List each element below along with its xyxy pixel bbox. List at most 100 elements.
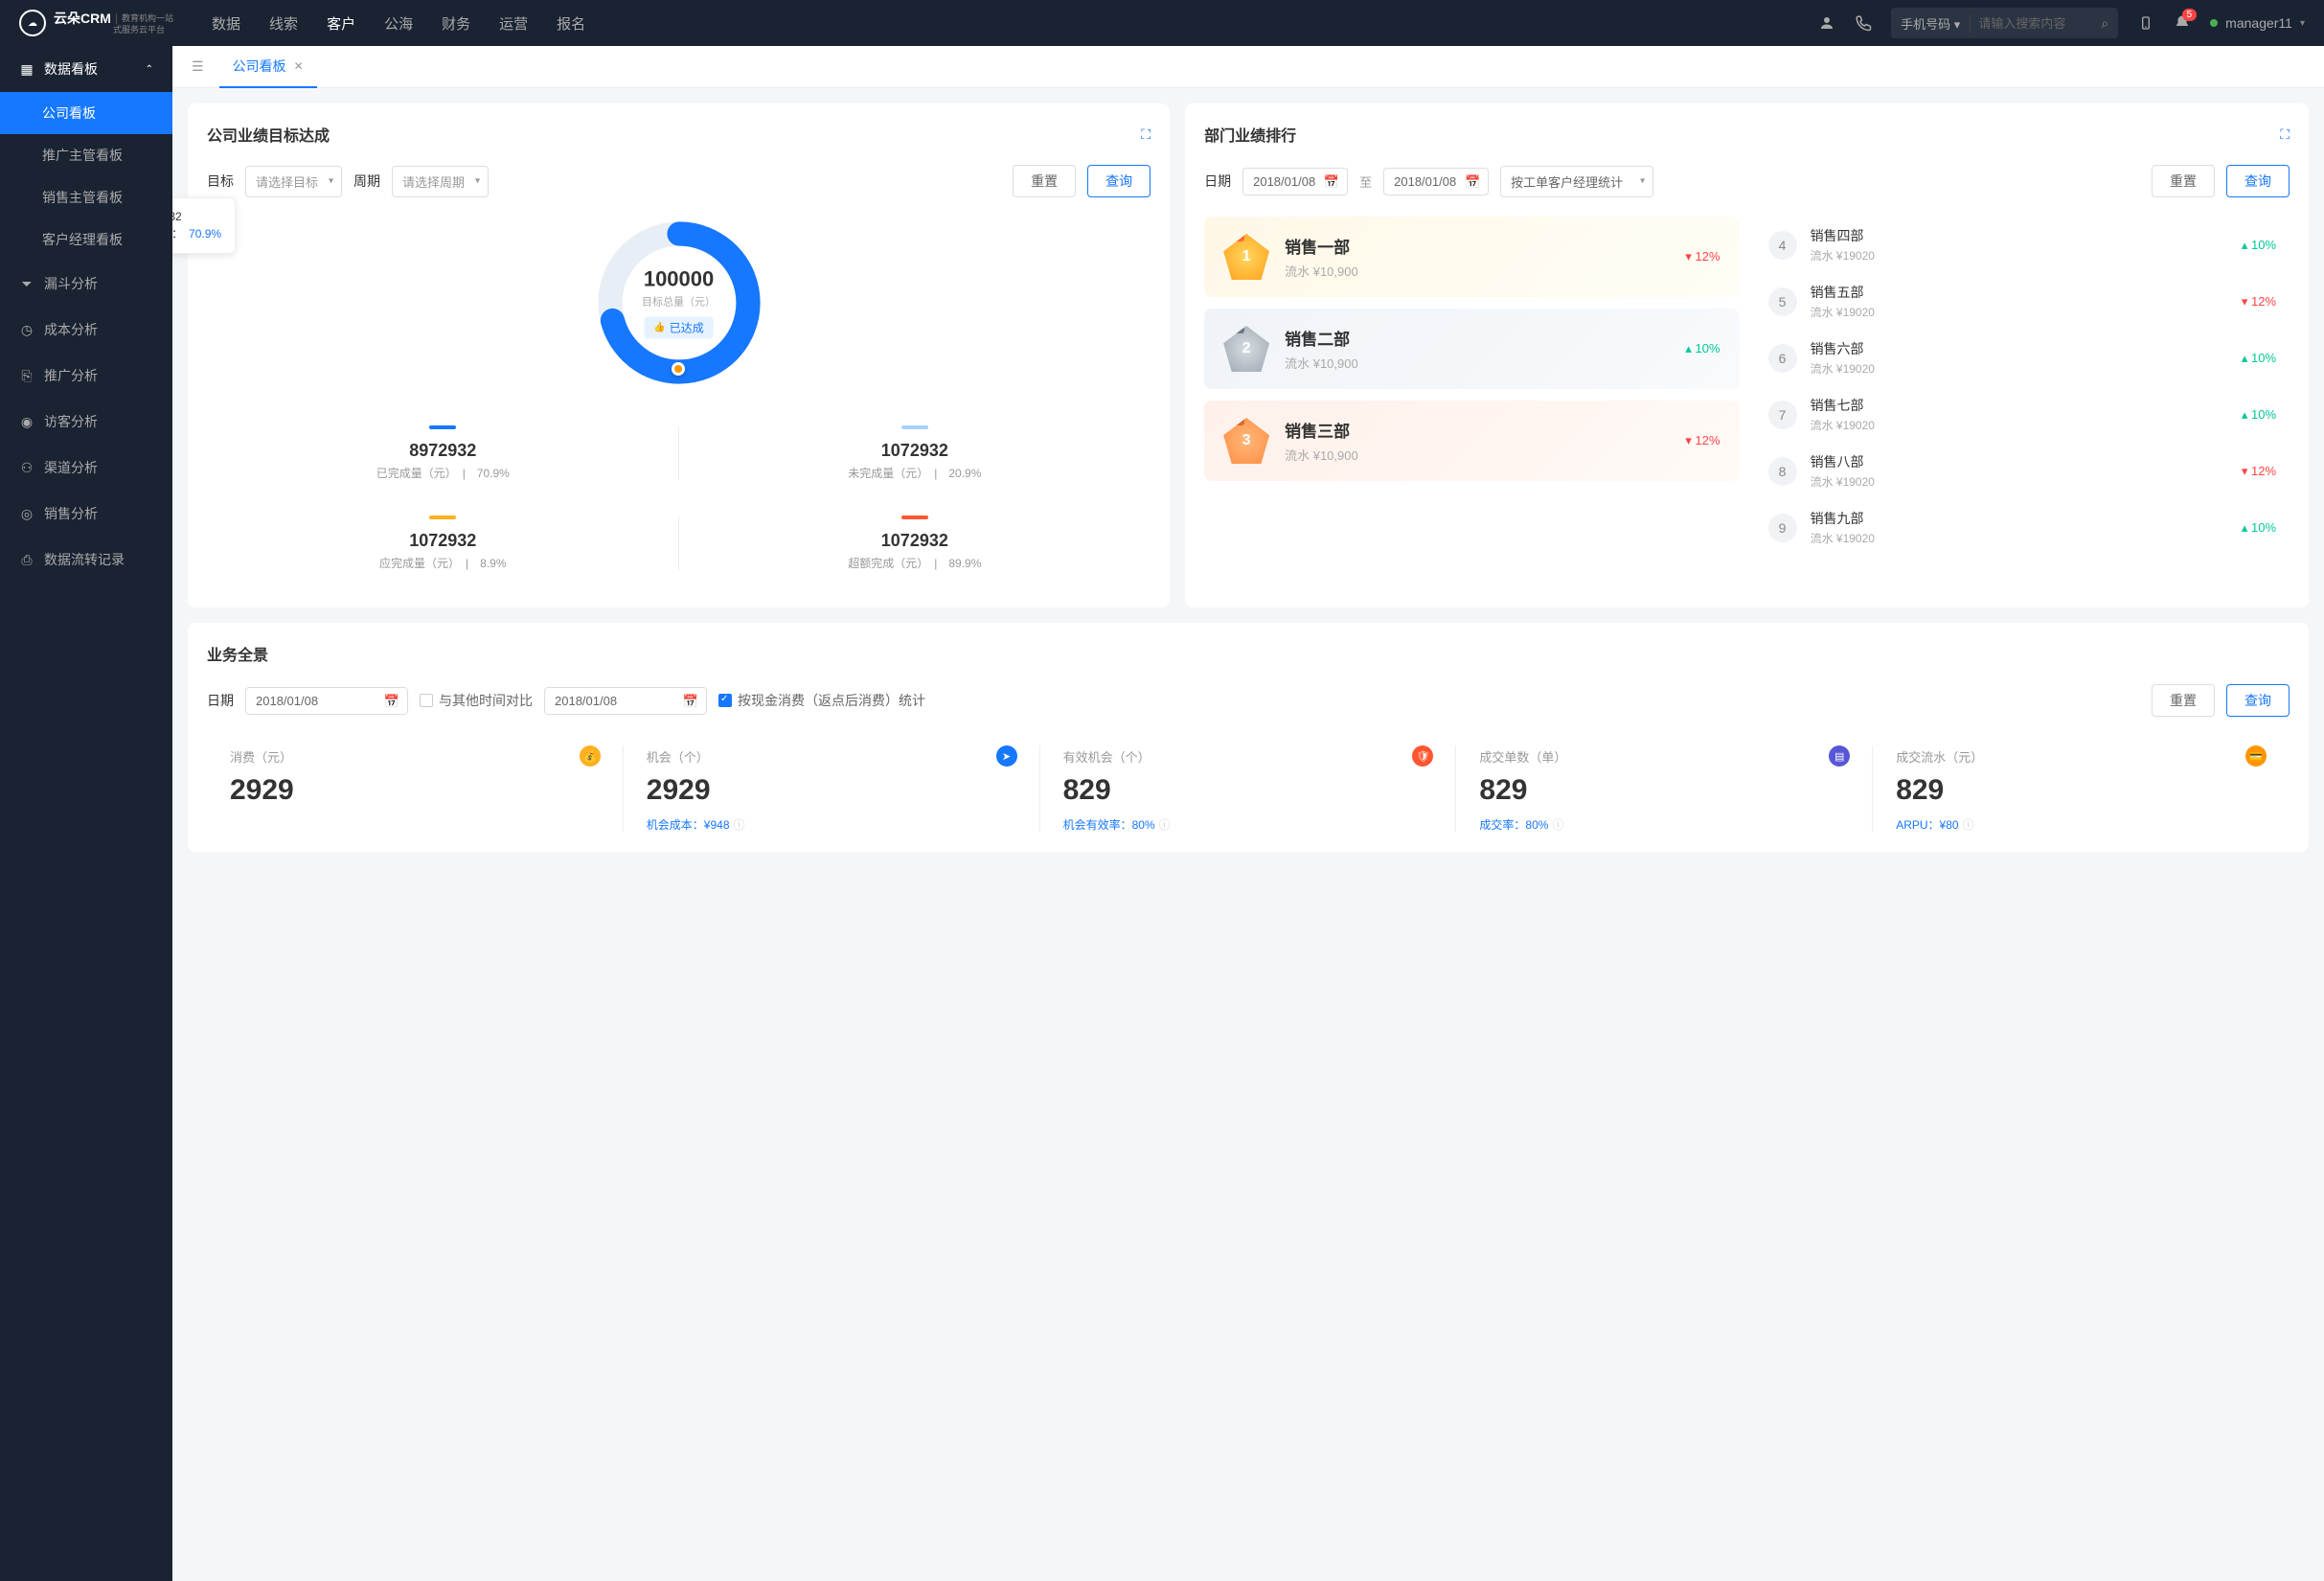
goal-card: 公司业绩目标达成 ⛶ 目标 请选择目标 周期 请选择周期 重置 查询 xyxy=(188,103,1170,607)
date-to-input[interactable]: 2018/01/08 📅 xyxy=(1383,168,1489,195)
overview-stat-2: 有效机会（个）🛡829机会有效率：80% ⓘ xyxy=(1040,745,1457,833)
reset-button[interactable]: 重置 xyxy=(2152,165,2215,197)
tab-company-dashboard[interactable]: 公司看板 ✕ xyxy=(219,46,317,88)
overview-stat-3: 成交单数（单）▤829成交率：80% ⓘ xyxy=(1456,745,1873,833)
compare-checkbox[interactable]: 与其他时间对比 xyxy=(420,691,533,710)
overview-card: 业务全景 日期 2018/01/08📅 与其他时间对比 2018/01/08📅 … xyxy=(188,623,2309,852)
goal-title: 公司业绩目标达成 xyxy=(207,123,330,146)
query-button[interactable]: 查询 xyxy=(1087,165,1151,197)
topnav-item-2[interactable]: 客户 xyxy=(327,13,355,34)
tabs-bar: ☰ 公司看板 ✕ xyxy=(172,46,2324,88)
search-input[interactable] xyxy=(1978,16,2093,31)
sidebar-item-6[interactable]: ⎙数据流转记录 xyxy=(0,537,172,583)
sidebar-sub-0[interactable]: 公司看板 xyxy=(0,92,172,134)
sidebar-item-5[interactable]: ◎销售分析 xyxy=(0,491,172,537)
overview-date2-input[interactable]: 2018/01/08📅 xyxy=(544,687,707,715)
person-icon[interactable] xyxy=(1818,14,1835,32)
chevron-down-icon: ▾ xyxy=(2300,18,2305,29)
search-icon[interactable]: ⌕ xyxy=(2101,15,2108,32)
query-button[interactable]: 查询 xyxy=(2226,684,2290,717)
cash-checkbox[interactable]: 按现金消费（返点后消费）统计 xyxy=(718,691,925,710)
rank-row-9: 9销售九部流水 ¥19020▴ 10% xyxy=(1755,499,2290,556)
topnav-item-5[interactable]: 运营 xyxy=(499,13,528,34)
sidebar-item-3[interactable]: ◉访客分析 xyxy=(0,399,172,445)
reset-button[interactable]: 重置 xyxy=(1013,165,1076,197)
stat-icon: 💳 xyxy=(2245,745,2267,767)
help-icon[interactable]: ⓘ xyxy=(734,816,745,833)
stat-icon: ▤ xyxy=(1829,745,1850,767)
sidebar-item-4[interactable]: ⚇渠道分析 xyxy=(0,445,172,491)
overview-stat-1: 机会（个）➤2929机会成本：¥948 ⓘ xyxy=(624,745,1040,833)
help-icon[interactable]: ⓘ xyxy=(1159,816,1171,833)
top-navigation: ☁ 云朵CRM|教育机构一站 式服务云平台 数据 线索 客户 公海 财务 运营 报名 手机号… xyxy=(0,0,2324,46)
topnav-item-1[interactable]: 线索 xyxy=(269,13,298,34)
rank-card: 部门业绩排行 ⛶ 日期 2018/01/08 📅 至 2018/01/08 📅 … xyxy=(1185,103,2309,607)
search-type-select[interactable]: 手机号码 ▾ xyxy=(1901,14,1971,33)
sidebar-item-1[interactable]: ◷成本分析 xyxy=(0,307,172,353)
sidebar-icon: ⚇ xyxy=(19,460,34,475)
sidebar-sub-1[interactable]: 推广主管看板 xyxy=(0,134,172,176)
goal-metric-1: 1072932未完成量（元） | 20.9% xyxy=(679,408,1151,498)
rank-row-8: 8销售八部流水 ¥19020▾ 12% xyxy=(1755,443,2290,499)
rank-top-2: 2销售二部流水 ¥10,900▴ 10% xyxy=(1204,309,1739,389)
period-select[interactable]: 请选择周期 xyxy=(392,166,489,197)
rank-row-5: 5销售五部流水 ¥19020▾ 12% xyxy=(1755,273,2290,330)
expand-icon[interactable]: ⛶ xyxy=(2280,126,2290,143)
expand-icon[interactable]: ⛶ xyxy=(1141,126,1151,143)
rank-row-7: 7销售七部流水 ¥19020▴ 10% xyxy=(1755,386,2290,443)
help-icon[interactable]: ⓘ xyxy=(1552,816,1563,833)
overview-title: 业务全景 xyxy=(207,642,268,665)
stat-icon: 🛡 xyxy=(1412,745,1433,767)
goal-metric-3: 1072932超额完成（元） | 89.9% xyxy=(679,498,1151,588)
tabs-menu-icon[interactable]: ☰ xyxy=(184,58,212,75)
gauge-chart: 100000 目标总量（元） 👍已达成 xyxy=(593,217,765,389)
user-menu[interactable]: manager11 ▾ xyxy=(2210,15,2305,31)
calendar-icon: 📅 xyxy=(1324,174,1339,190)
rank-top-3: 3销售三部流水 ¥10,900▾ 12% xyxy=(1204,401,1739,481)
calendar-icon: 📅 xyxy=(1465,174,1480,190)
topnav-item-0[interactable]: 数据 xyxy=(212,13,240,34)
brand-name: 云朵CRM xyxy=(54,11,111,27)
query-button[interactable]: 查询 xyxy=(2226,165,2290,197)
search-box: 手机号码 ▾ ⌕ xyxy=(1891,8,2118,38)
medal-icon: 1 xyxy=(1223,234,1269,280)
topnav-item-3[interactable]: 公海 xyxy=(384,13,413,34)
stat-icon: 💰 xyxy=(580,745,601,767)
rank-row-6: 6销售六部流水 ¥19020▴ 10% xyxy=(1755,330,2290,386)
phone-icon[interactable] xyxy=(1855,14,1872,32)
notification-icon[interactable]: 5 xyxy=(2174,14,2191,32)
overview-date1-input[interactable]: 2018/01/08📅 xyxy=(245,687,408,715)
notification-badge: 5 xyxy=(2182,9,2198,21)
topnav-item-6[interactable]: 报名 xyxy=(557,13,585,34)
gauge-tooltip: 1072932 所占比例：70.9% xyxy=(172,197,236,254)
sidebar-icon: ⏷ xyxy=(19,276,34,291)
rank-top-1: 1销售一部流水 ¥10,900▾ 12% xyxy=(1204,217,1739,297)
topnav-item-4[interactable]: 财务 xyxy=(442,13,470,34)
achieved-badge: 👍已达成 xyxy=(644,317,713,339)
sidebar-sub-3[interactable]: 客户经理看板 xyxy=(0,218,172,261)
cloud-icon: ☁ xyxy=(19,10,46,36)
overview-stat-0: 消费（元）💰2929 xyxy=(207,745,624,833)
goal-metric-0: 8972932已完成量（元） | 70.9% xyxy=(207,408,679,498)
dashboard-icon: ▦ xyxy=(19,61,34,77)
rank-row-4: 4销售四部流水 ¥19020▴ 10% xyxy=(1755,217,2290,273)
close-icon[interactable]: ✕ xyxy=(294,59,304,73)
sidebar-item-2[interactable]: ⎘推广分析 xyxy=(0,353,172,399)
medal-icon: 3 xyxy=(1223,418,1269,464)
sidebar-item-0[interactable]: ⏷漏斗分析 xyxy=(0,261,172,307)
stat-icon: ➤ xyxy=(996,745,1017,767)
gauge-knob xyxy=(672,362,685,376)
target-select[interactable]: 请选择目标 xyxy=(245,166,342,197)
medal-icon: 2 xyxy=(1223,326,1269,372)
calendar-icon: 📅 xyxy=(683,694,698,709)
brand-logo: ☁ 云朵CRM|教育机构一站 式服务云平台 xyxy=(19,10,173,36)
date-from-input[interactable]: 2018/01/08 📅 xyxy=(1242,168,1348,195)
sidebar-header-dashboard[interactable]: ▦ 数据看板 ⌃ xyxy=(0,46,172,92)
rank-mode-select[interactable]: 按工单客户经理统计 xyxy=(1500,166,1653,197)
help-icon[interactable]: ⓘ xyxy=(1963,816,1974,833)
rank-title: 部门业绩排行 xyxy=(1204,123,1296,146)
sidebar-icon: ◎ xyxy=(19,506,34,521)
mobile-icon[interactable] xyxy=(2137,14,2154,32)
sidebar-sub-2[interactable]: 销售主管看板 xyxy=(0,176,172,218)
reset-button[interactable]: 重置 xyxy=(2152,684,2215,717)
